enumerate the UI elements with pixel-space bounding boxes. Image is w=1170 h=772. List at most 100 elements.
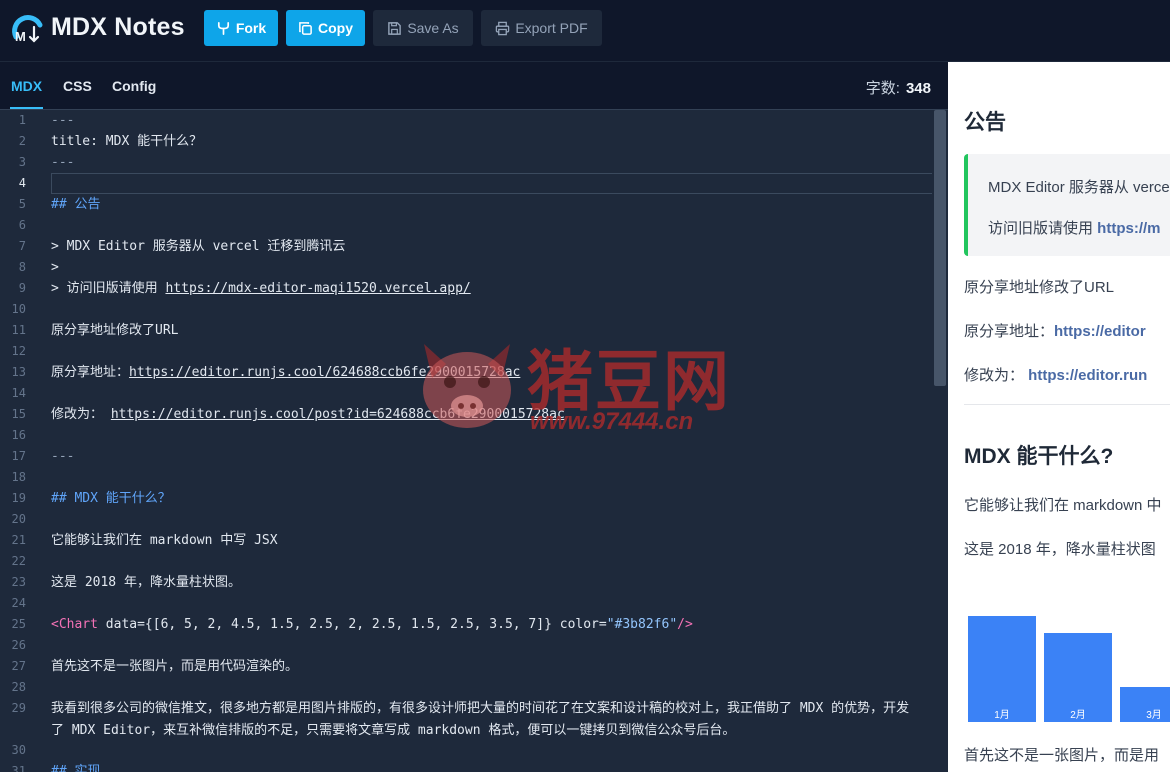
line-number: 31 (11, 764, 26, 772)
code-line: 29 我看到很多公司的微信推文，很多地方都是用图片排版的，有很多设计师把大量的时间… (0, 698, 932, 742)
code-line-current: 4 (0, 173, 932, 194)
line-number: 16 (11, 428, 26, 442)
tab-css[interactable]: CSS (63, 78, 92, 94)
line-text: 这是 2018 年，降水量柱状图。 (51, 575, 241, 590)
code-line: 10 (0, 299, 932, 320)
tab-config[interactable]: Config (112, 78, 156, 94)
mdx-logo-icon: M (12, 15, 43, 44)
editor-tabs: MDX CSS Config 字数: 348 (0, 62, 948, 110)
code-line: 27 首先这不是一张图片，而是用代码渲染的。 (0, 656, 932, 677)
line-number: 2 (18, 134, 26, 148)
export-pdf-button[interactable]: Export PDF (481, 10, 602, 46)
line-number: 9 (18, 281, 26, 295)
line-number: 25 (11, 617, 26, 631)
scrollbar-thumb[interactable] (934, 110, 946, 386)
line-text: ## 实现 (51, 764, 101, 772)
line-number: 20 (11, 512, 26, 526)
line-text: > MDX Editor 服务器从 vercel 迁移到腾讯云 (51, 239, 346, 254)
word-count: 字数: 348 (866, 77, 931, 98)
code-line: 11 原分享地址修改了URL (0, 320, 932, 341)
fork-label: Fork (235, 20, 267, 36)
preview-paragraph: 原分享地址修改了URL (964, 279, 1115, 296)
export-pdf-label: Export PDF (515, 20, 588, 36)
tab-mdx[interactable]: MDX (11, 78, 42, 94)
line-number: 3 (18, 155, 26, 169)
line-text: title: MDX 能干什么？ (51, 134, 203, 149)
line-text: ## MDX 能干什么？ (51, 491, 171, 506)
fork-icon (217, 21, 229, 35)
line-prefix: > 访问旧版请使用 (51, 281, 166, 296)
line-text: 修改为： https://editor.runjs.cool/post?id=6… (51, 404, 565, 425)
line-text: ## 公告 (51, 197, 101, 212)
preview-link[interactable]: https://editor (1054, 323, 1146, 340)
preview-pane: 公告 MDX Editor 服务器从 vercel 访问旧版请使用 https:… (948, 62, 1170, 772)
line-number: 5 (18, 197, 26, 211)
chart-bar-label: 1月 (994, 710, 1010, 721)
save-as-label: Save As (407, 20, 459, 36)
preview-paragraph: 首先这不是一张图片，而是用 (964, 747, 1160, 764)
line-text: --- (51, 113, 75, 128)
code-line: 15 修改为： https://editor.runjs.cool/post?id… (0, 404, 932, 425)
code-line: 9 > 访问旧版请使用 https://mdx-editor-maqi1520.v… (0, 278, 932, 299)
code-line: 13 原分享地址：https://editor.runjs.cool/624688… (0, 362, 932, 383)
code-line: 17 --- (0, 446, 932, 467)
code-line: 31 ## 实现 (0, 761, 932, 772)
code-editor[interactable]: 1 --- 2 title: MDX 能干什么？ 3 --- 4 5 ## 公告 6 7… (0, 110, 932, 772)
line-text: 它能够让我们在 markdown 中写 JSX (51, 533, 278, 548)
preview-paragraph: 这是 2018 年，降水量柱状图 (964, 541, 1156, 558)
preview-heading-notice: 公告 (964, 111, 1006, 134)
code-line: 7 > MDX Editor 服务器从 vercel 迁移到腾讯云 (0, 236, 932, 257)
editor-scrollbar[interactable] (932, 110, 948, 772)
code-line: 23 这是 2018 年，降水量柱状图。 (0, 572, 932, 593)
code-line: 26 (0, 635, 932, 656)
editor-pane: MDX CSS Config 字数: 348 1 --- 2 title: MDX 能… (0, 62, 948, 772)
line-number: 10 (11, 302, 26, 316)
code-line: 30 (0, 740, 932, 761)
line-prefix: 原分享地址： (51, 365, 130, 380)
code-line: 2 title: MDX 能干什么？ (0, 131, 932, 152)
quote-link[interactable]: https://m (1097, 220, 1160, 237)
code-line: 5 ## 公告 (0, 194, 932, 215)
code-link: https://editor.runjs.cool/624688ccb6fe29… (129, 365, 521, 380)
code-line: 8 > (0, 257, 932, 278)
code-line: 21 它能够让我们在 markdown 中写 JSX (0, 530, 932, 551)
line-number: 22 (11, 554, 26, 568)
line-text: 首先这不是一张图片，而是用代码渲染的。 (51, 659, 299, 674)
line-text: --- (51, 155, 75, 170)
paragraph-prefix: 修改为： (964, 367, 1029, 384)
line-number: 28 (11, 680, 26, 694)
line-number: 4 (18, 176, 26, 190)
code-line: 20 (0, 509, 932, 530)
fork-button[interactable]: Fork (204, 10, 278, 46)
line-text: > (51, 260, 59, 275)
line-number: 13 (11, 365, 26, 379)
precipitation-bar-chart: 1月 2月 3月 (968, 598, 1170, 722)
line-number: 7 (18, 239, 26, 253)
code-line: 16 (0, 425, 932, 446)
line-number: 14 (11, 386, 26, 400)
code-line: 12 (0, 341, 932, 362)
copy-button[interactable]: Copy (286, 10, 365, 46)
active-tab-indicator (10, 107, 43, 109)
code-link: https://editor.runjs.cool/post?id=624688… (110, 407, 565, 422)
code-line: 28 (0, 677, 932, 698)
line-prefix: 修改为： (51, 407, 111, 422)
preview-divider (964, 404, 1170, 405)
line-number: 6 (18, 218, 26, 232)
save-as-button[interactable]: Save As (373, 10, 473, 46)
jsx-tag-close: /> (677, 617, 693, 632)
code-line: 18 (0, 467, 932, 488)
preview-link[interactable]: https://editor.run (1028, 367, 1147, 384)
line-number: 24 (11, 596, 26, 610)
line-text: 我看到很多公司的微信推文，很多地方都是用图片排版的，有很多设计师把大量的时间花了… (51, 701, 910, 738)
code-line: 6 (0, 215, 932, 236)
svg-text:M: M (15, 29, 26, 44)
line-number: 18 (11, 470, 26, 484)
line-text: --- (51, 449, 75, 464)
code-line: 22 (0, 551, 932, 572)
line-number: 1 (18, 113, 26, 127)
line-number: 23 (11, 575, 26, 589)
paragraph-prefix: 原分享地址： (964, 323, 1055, 340)
word-count-value: 348 (905, 80, 931, 97)
chart-bar-label: 3月 (1146, 710, 1162, 721)
